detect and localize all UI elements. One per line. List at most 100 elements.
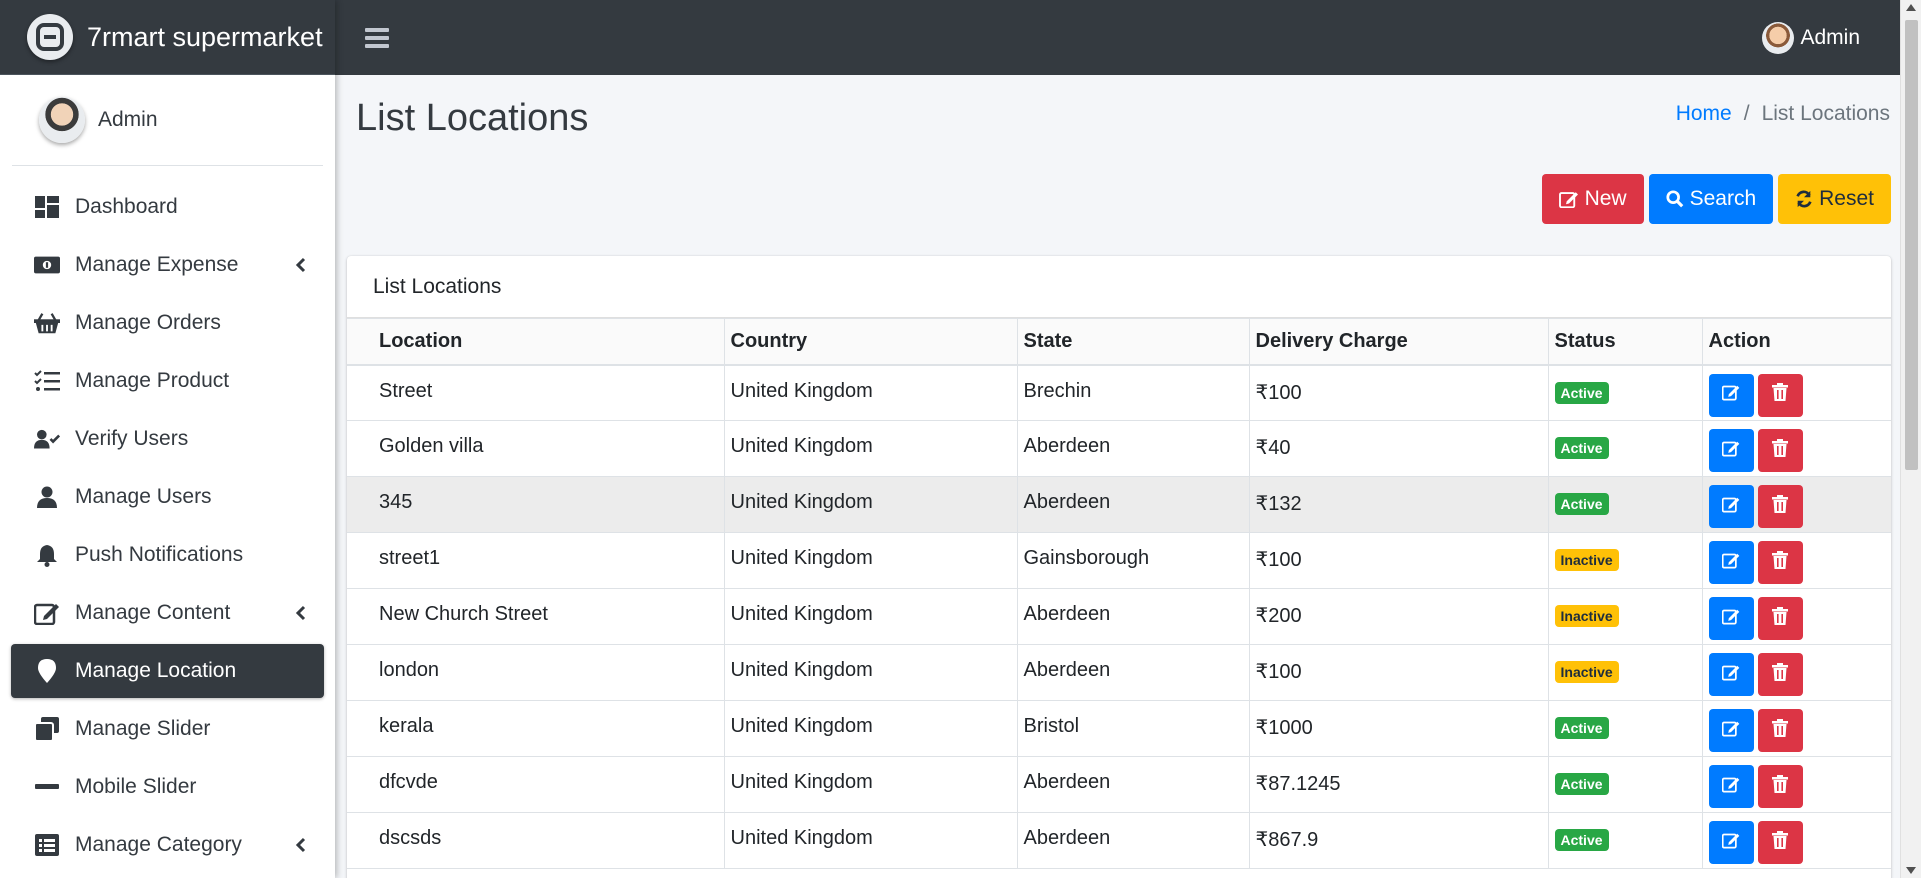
- column-header-state[interactable]: State: [1016, 318, 1250, 366]
- sidebar-item-label: Verify Users: [75, 427, 189, 450]
- breadcrumb-current: List Locations: [1761, 102, 1890, 125]
- column-header-location[interactable]: Location: [347, 318, 725, 366]
- list-alt-icon: [34, 832, 60, 858]
- sidebar-item-label: Manage Location: [75, 659, 237, 682]
- reset-button-label: Reset: [1819, 187, 1874, 210]
- edit-button[interactable]: [1708, 653, 1754, 696]
- new-button[interactable]: New: [1541, 174, 1644, 224]
- edit-icon: [1721, 719, 1740, 743]
- edit-button[interactable]: [1708, 597, 1754, 640]
- scrollbar-thumb[interactable]: [1905, 20, 1918, 470]
- breadcrumb-home-link[interactable]: Home: [1676, 102, 1732, 126]
- sidebar-item-manage-orders[interactable]: Manage Orders: [11, 296, 324, 350]
- cell-action: [1701, 532, 1891, 589]
- status-badge[interactable]: Active: [1554, 717, 1609, 739]
- sidebar-item-dashboard[interactable]: Dashboard: [11, 180, 324, 234]
- column-header-status[interactable]: Status: [1547, 318, 1703, 366]
- cell-state: Brechin: [1016, 364, 1250, 421]
- window-restore-icon: [34, 716, 60, 742]
- edit-button[interactable]: [1708, 821, 1754, 864]
- sidebar-item-verify-users[interactable]: Verify Users: [11, 412, 324, 466]
- sidebar-item-manage-category[interactable]: Manage Category: [11, 818, 324, 872]
- cell-status: Active: [1547, 812, 1703, 869]
- sidebar-item-label: Push Notifications: [75, 543, 244, 566]
- delete-button[interactable]: [1757, 485, 1803, 528]
- delete-button[interactable]: [1757, 429, 1803, 472]
- sidebar-nav: Dashboard Manage Expense Manage Orders M…: [0, 166, 335, 872]
- edit-icon: [1721, 551, 1740, 575]
- status-badge[interactable]: Active: [1554, 773, 1609, 795]
- edit-icon: [1721, 775, 1740, 799]
- status-badge[interactable]: Active: [1554, 493, 1609, 515]
- reset-button[interactable]: Reset: [1778, 174, 1891, 224]
- trash-icon: [1772, 606, 1788, 631]
- cell-action: [1701, 364, 1891, 421]
- sidebar-item-label: Manage Slider: [75, 717, 211, 740]
- delete-button[interactable]: [1757, 653, 1803, 696]
- trash-icon: [1772, 438, 1788, 463]
- delete-button[interactable]: [1757, 597, 1803, 640]
- delete-button[interactable]: [1757, 541, 1803, 584]
- table-row: kerala United Kingdom Bristol ₹1000 Active: [347, 700, 1891, 757]
- cell-state: Gainsborough: [1016, 532, 1250, 589]
- scroll-down-icon[interactable]: [1906, 867, 1916, 874]
- edit-button[interactable]: [1708, 709, 1754, 752]
- column-header-delivery-charge[interactable]: Delivery Charge: [1248, 318, 1549, 366]
- sidebar-item-manage-slider[interactable]: Manage Slider: [11, 702, 324, 756]
- page-title: List Locations: [356, 97, 589, 139]
- cell-action: [1701, 756, 1891, 813]
- status-badge[interactable]: Active: [1554, 381, 1609, 404]
- sidebar-item-label: Manage Category: [75, 833, 242, 856]
- edit-button[interactable]: [1708, 429, 1754, 472]
- user-icon: [34, 484, 60, 510]
- sidebar-item-label: Dashboard: [75, 195, 178, 218]
- cell-delivery-charge: ₹87.1245: [1248, 756, 1549, 813]
- sidebar-item-manage-location[interactable]: Manage Location: [11, 644, 324, 698]
- search-icon: [1666, 190, 1683, 208]
- cell-location: Golden villa: [347, 420, 725, 477]
- sidebar-item-push-notifications[interactable]: Push Notifications: [11, 528, 324, 582]
- cell-status: Active: [1547, 476, 1703, 533]
- cell-delivery-charge: ₹1000: [1248, 700, 1549, 757]
- delete-button[interactable]: [1757, 709, 1803, 752]
- sidebar-item-manage-product[interactable]: Manage Product: [11, 354, 324, 408]
- cell-location: dscsds: [347, 812, 725, 869]
- status-badge[interactable]: Active: [1554, 437, 1609, 459]
- map-marker-icon: [34, 658, 60, 684]
- sidebar-item-manage-expense[interactable]: Manage Expense: [11, 238, 324, 292]
- status-badge[interactable]: Inactive: [1554, 661, 1619, 683]
- delete-button[interactable]: [1757, 373, 1803, 417]
- sidebar-item-manage-content[interactable]: Manage Content: [11, 586, 324, 640]
- cell-delivery-charge: ₹100: [1248, 532, 1549, 589]
- sidebar-item-label: Manage Orders: [75, 311, 221, 334]
- delete-button[interactable]: [1757, 765, 1803, 808]
- cell-delivery-charge: ₹40: [1248, 420, 1549, 477]
- edit-button[interactable]: [1708, 765, 1754, 808]
- cell-status: Inactive: [1547, 532, 1703, 589]
- cell-action: [1701, 476, 1891, 533]
- edit-button[interactable]: [1708, 373, 1754, 417]
- edit-button[interactable]: [1708, 485, 1754, 528]
- column-header-country[interactable]: Country: [723, 318, 1018, 366]
- avatar: [39, 97, 85, 143]
- status-badge[interactable]: Active: [1554, 829, 1609, 851]
- chevron-left-icon: [295, 605, 306, 621]
- user-menu[interactable]: Admin: [1762, 22, 1860, 54]
- search-button[interactable]: Search: [1648, 174, 1774, 224]
- sidebar-item-manage-users[interactable]: Manage Users: [11, 470, 324, 524]
- card-title: List Locations: [347, 256, 1891, 318]
- table-row: Street United Kingdom Brechin ₹100 Active: [347, 364, 1891, 421]
- scroll-up-icon[interactable]: [1906, 4, 1916, 11]
- status-badge[interactable]: Inactive: [1554, 549, 1619, 571]
- page-scrollbar[interactable]: [1900, 0, 1921, 878]
- breadcrumb-separator: /: [1743, 102, 1750, 125]
- table-header-row: Location Country State Delivery Charge S…: [347, 318, 1891, 366]
- sidebar-item-mobile-slider[interactable]: Mobile Slider: [11, 760, 324, 814]
- brand-link[interactable]: 7rmart supermarket: [0, 0, 335, 75]
- user-panel[interactable]: Admin: [12, 75, 323, 166]
- cell-location: street1: [347, 532, 725, 589]
- edit-button[interactable]: [1708, 541, 1754, 584]
- hamburger-menu-icon[interactable]: [365, 27, 389, 48]
- status-badge[interactable]: Inactive: [1554, 605, 1619, 627]
- delete-button[interactable]: [1757, 821, 1803, 864]
